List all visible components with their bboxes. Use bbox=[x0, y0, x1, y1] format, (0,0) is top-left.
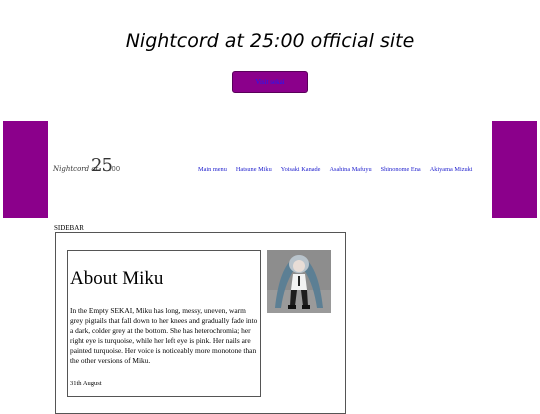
about-date: 31th August bbox=[70, 380, 102, 387]
miku-illustration bbox=[267, 250, 331, 313]
nav-item-shinonome-ena[interactable]: Shinonome Ena bbox=[381, 166, 421, 173]
right-accent-block bbox=[492, 121, 537, 218]
nav-menu: Main menu Hatsune Miku Yoisaki Kanade As… bbox=[198, 166, 473, 173]
nav-item-hatsune-miku[interactable]: Hatsune Miku bbox=[236, 166, 272, 173]
miku-image bbox=[267, 250, 331, 313]
nav-item-main-menu[interactable]: Main menu bbox=[198, 166, 227, 173]
about-body: In the Empty SEKAI, Miku has long, messy… bbox=[70, 306, 258, 365]
left-accent-block bbox=[3, 121, 48, 218]
nav-item-akiyama-mizuki[interactable]: Akiyama Mizuki bbox=[430, 166, 473, 173]
about-card: About Miku In the Empty SEKAI, Miku has … bbox=[67, 250, 261, 397]
content-frame: About Miku In the Empty SEKAI, Miku has … bbox=[55, 232, 346, 414]
navigation-bar: Nightcord at 25 :00 Main menu Hatsune Mi… bbox=[0, 121, 540, 218]
nav-item-yoisaki-kanade[interactable]: Yoisaki Kanade bbox=[281, 166, 321, 173]
logo-minutes: :00 bbox=[109, 165, 121, 173]
nav-item-asahina-mafuyu[interactable]: Asahina Mafuyu bbox=[329, 166, 371, 173]
nightcord-logo[interactable]: Nightcord at 25 :00 bbox=[53, 155, 123, 183]
sidebar-label: SIDEBAR bbox=[54, 224, 84, 232]
about-title: About Miku bbox=[70, 268, 164, 289]
site-title: Nightcord at 25:00 official site bbox=[125, 30, 415, 52]
visit-sekai-button[interactable]: Visit sekai bbox=[232, 71, 308, 93]
